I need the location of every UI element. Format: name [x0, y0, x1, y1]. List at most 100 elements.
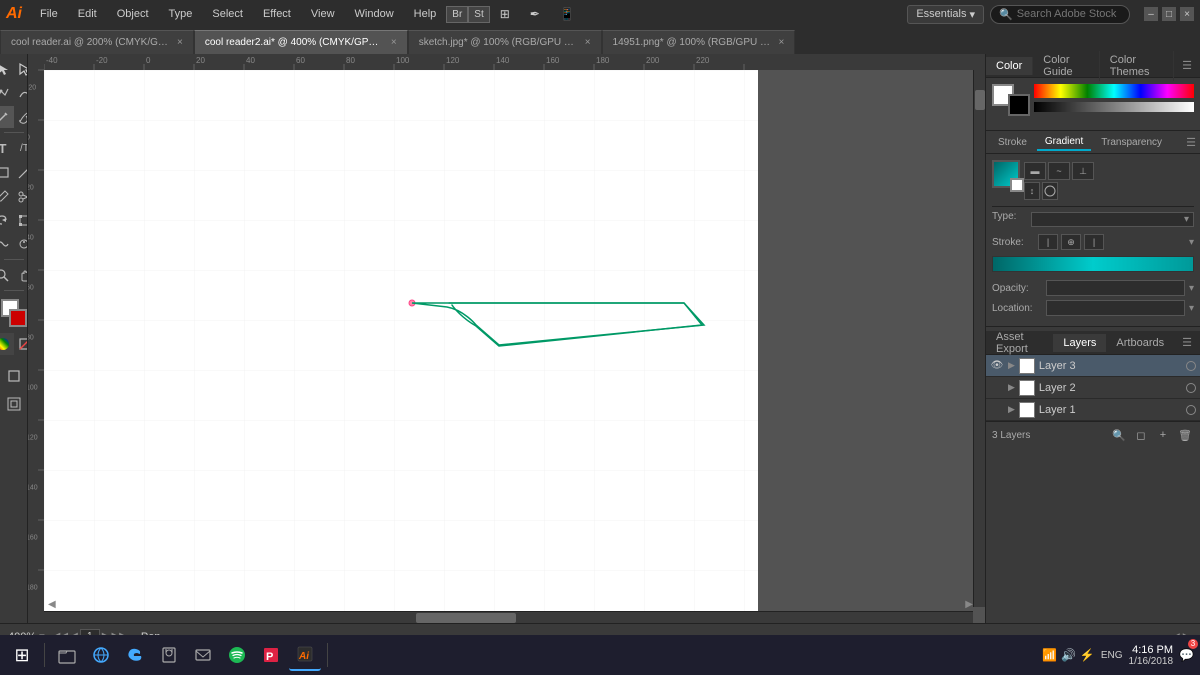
scroll-right-icon[interactable]: ▶ [965, 599, 973, 610]
tab-close-0[interactable]: × [177, 37, 183, 48]
puppet-warp-tool[interactable] [14, 233, 29, 255]
layer-1-target-icon[interactable] [1186, 405, 1196, 415]
menu-effect[interactable]: Effect [253, 4, 301, 24]
tab-artboards[interactable]: Artboards [1106, 334, 1174, 352]
layer-3-target-icon[interactable] [1186, 361, 1196, 371]
locate-object-icon[interactable]: 🔍 [1110, 426, 1128, 444]
zoom-tool[interactable] [0, 264, 14, 286]
selection-tool[interactable] [0, 58, 14, 80]
scissors-tool[interactable] [14, 185, 29, 207]
vertical-scrollbar[interactable] [973, 70, 985, 607]
tab-cool-reader[interactable]: cool reader.ai @ 200% (CMYK/GPU P... × [0, 30, 194, 54]
layer-3-visibility-icon[interactable]: 👁 [990, 359, 1004, 373]
tab-close-3[interactable]: × [779, 37, 785, 48]
search-stock-input[interactable]: 🔍 [990, 5, 1130, 24]
color-icon[interactable] [0, 333, 14, 355]
menu-edit[interactable]: Edit [68, 4, 107, 24]
rectangle-tool[interactable] [0, 161, 14, 183]
tab-asset-export[interactable]: Asset Export [986, 328, 1053, 358]
maximize-button[interactable]: □ [1162, 7, 1176, 21]
type-tool[interactable]: T [0, 137, 14, 159]
screen-mode-tool[interactable] [3, 393, 25, 415]
layer-1-visibility-icon[interactable] [990, 403, 1004, 417]
tab-color[interactable]: Color [986, 57, 1033, 75]
free-transform-tool[interactable] [14, 209, 29, 231]
taskbar-edge[interactable] [119, 639, 151, 671]
stroke-center-btn[interactable]: ⊕ [1061, 234, 1081, 250]
close-button[interactable]: × [1180, 7, 1194, 21]
pen-path-icon[interactable]: ✒ [520, 3, 550, 25]
curvature-tool[interactable] [14, 82, 29, 104]
rotate-tool[interactable] [0, 209, 14, 231]
hand-tool[interactable] [14, 264, 29, 286]
layer-2-expand-icon[interactable]: ▶ [1008, 382, 1015, 393]
tab-color-themes[interactable]: Color Themes [1100, 51, 1174, 81]
layer-2-target-icon[interactable] [1186, 383, 1196, 393]
stock-icon[interactable]: St [468, 6, 489, 23]
stroke-across-path-btn[interactable]: ⊥ [1072, 162, 1094, 180]
taskbar-store[interactable] [153, 639, 185, 671]
warp-tool[interactable] [0, 233, 14, 255]
fill-stroke-indicator[interactable] [992, 84, 1030, 116]
color-gradient-bar[interactable] [1034, 102, 1194, 112]
taskbar-illustrator[interactable]: Ai [289, 639, 321, 671]
taskbar-browser[interactable] [85, 639, 117, 671]
blob-brush-tool[interactable] [14, 106, 29, 128]
minimize-button[interactable]: – [1144, 7, 1158, 21]
layer-1-expand-icon[interactable]: ▶ [1008, 404, 1015, 415]
essentials-button[interactable]: Essentials ▾ [907, 5, 984, 24]
taskbar-spotify[interactable] [221, 639, 253, 671]
none-icon[interactable] [14, 333, 29, 355]
device-icon[interactable]: 📱 [550, 3, 585, 25]
delete-layer-icon[interactable]: 🗑 [1176, 426, 1194, 444]
pen-tool[interactable] [0, 82, 14, 104]
tab-transparency[interactable]: Transparency [1093, 135, 1170, 150]
location-slider[interactable] [1046, 300, 1185, 316]
tab-color-guide[interactable]: Color Guide [1033, 51, 1099, 81]
bridge-icon[interactable]: Br [446, 6, 468, 23]
eyedropper-tool[interactable] [0, 185, 14, 207]
menu-help[interactable]: Help [404, 4, 447, 24]
menu-view[interactable]: View [301, 4, 345, 24]
menu-type[interactable]: Type [159, 4, 203, 24]
start-button[interactable]: ⊞ [6, 639, 38, 671]
stroke-icon-5[interactable] [1042, 182, 1058, 200]
menu-object[interactable]: Object [107, 4, 159, 24]
stroke-outside-btn[interactable]: | [1084, 234, 1104, 250]
tab-14951[interactable]: 14951.png* @ 100% (RGB/GPU Previ... × [602, 30, 796, 54]
brush-tool[interactable] [0, 106, 14, 128]
gradient-bar[interactable] [992, 256, 1194, 272]
gradient-fill-box[interactable] [992, 160, 1020, 188]
layer-item-3[interactable]: 👁 ▶ Layer 3 [986, 355, 1200, 377]
draw-normal-mode[interactable] [3, 365, 25, 387]
layer-3-expand-icon[interactable]: ▶ [1008, 360, 1015, 371]
gradient-panel-menu[interactable]: ☰ [1186, 136, 1196, 149]
fill-stroke-swatches[interactable] [1, 299, 27, 327]
horizontal-scrollbar[interactable] [44, 611, 973, 623]
layer-item-2[interactable]: ▶ Layer 2 [986, 377, 1200, 399]
type-select[interactable]: ▾ [1031, 212, 1194, 227]
taskbar-mail[interactable]: 3 [187, 639, 219, 671]
touch-type-tool[interactable]: /T [14, 137, 29, 159]
new-layer-icon[interactable]: + [1154, 426, 1172, 444]
layer-item-1[interactable]: ▶ Layer 1 [986, 399, 1200, 421]
tab-layers[interactable]: Layers [1053, 334, 1106, 352]
menu-window[interactable]: Window [345, 4, 404, 24]
scroll-left-icon[interactable]: ◀ [48, 599, 56, 610]
stroke-inside-btn[interactable]: | [1038, 234, 1058, 250]
layer-2-visibility-icon[interactable] [990, 381, 1004, 395]
stroke-icon-4[interactable]: ↕ [1024, 182, 1040, 200]
taskbar-file-explorer[interactable] [51, 639, 83, 671]
menu-select[interactable]: Select [202, 4, 253, 24]
ime-language[interactable]: ENG [1101, 650, 1123, 661]
color-panel-menu[interactable]: ☰ [1174, 56, 1200, 75]
notification-icon[interactable]: 💬 [1179, 648, 1194, 662]
tab-stroke[interactable]: Stroke [990, 135, 1035, 150]
layers-panel-menu[interactable]: ☰ [1174, 333, 1200, 352]
make-clipping-mask-icon[interactable]: ◻ [1132, 426, 1150, 444]
taskbar-powerpoint[interactable]: P [255, 639, 287, 671]
menu-file[interactable]: File [30, 4, 68, 24]
tab-sketch[interactable]: sketch.jpg* @ 100% (RGB/GPU Previe... × [408, 30, 602, 54]
tab-close-1[interactable]: × [391, 37, 397, 48]
grid-icon[interactable]: ⊞ [490, 3, 520, 25]
